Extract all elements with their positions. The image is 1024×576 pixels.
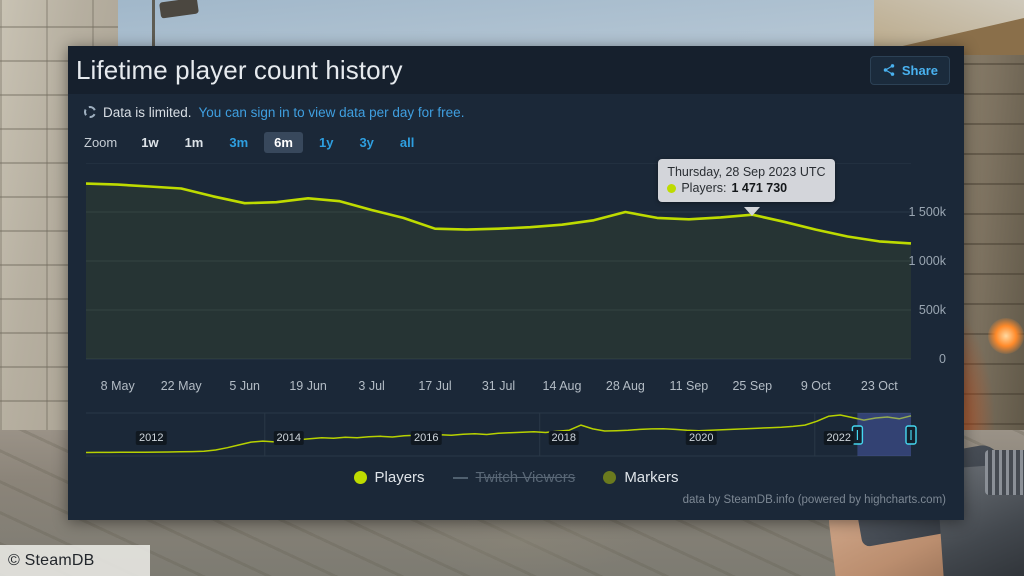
navigator-year-2018: 2018 [548, 431, 580, 445]
x-axis-tick-0: 8 May [100, 379, 135, 393]
legend-players-dot-icon [353, 471, 367, 484]
zoom-button-1m[interactable]: 1m [175, 132, 214, 153]
notice-text: Data is limited. [103, 104, 192, 120]
sign-in-link[interactable]: You can sign in to view data per day for… [199, 105, 465, 120]
tooltip-series-dot [667, 183, 677, 193]
legend-players-label: Players [374, 469, 425, 486]
x-axis-tick-12: 23 Oct [860, 379, 898, 393]
main-plot-area[interactable]: 1 500k 1 000k 500k 0 Thursday, 28 Sep 2023 … [68, 159, 964, 373]
navigator-year-2016: 2016 [411, 431, 442, 445]
zoom-button-1y[interactable]: 1y [309, 132, 343, 153]
x-axis-tick-9: 11 Sep [669, 379, 709, 393]
x-axis-tick-4: 3 Jul [358, 379, 385, 393]
y-axis-tick-3: 1 500k [908, 205, 946, 219]
navigator-year-2020: 2020 [686, 431, 717, 445]
x-axis-labels: 8 May 22 May 5 Jun 19 Jun 3 Jul 17 Jul 31 Jul 1… [68, 379, 964, 401]
tooltip-date: Thursday, 28 Sep 2023 UTC [667, 165, 826, 179]
chart-credit[interactable]: data by SteamDB.info (powered by highcha… [68, 486, 964, 506]
x-axis-tick-8: 28 Aug [605, 379, 645, 393]
navigator-year-2014: 2014 [273, 431, 305, 445]
x-axis-tick-1: 22 May [160, 379, 202, 393]
tooltip-pointer [744, 207, 761, 216]
loading-spinner-icon [84, 106, 96, 118]
zoom-button-3y[interactable]: 3y [349, 132, 383, 153]
share-button-label: Share [901, 62, 938, 78]
y-axis-tick-1: 500k [918, 303, 946, 317]
tooltip-value: 1 471 730 [731, 181, 788, 195]
y-axis-tick-2: 1 000k [908, 254, 946, 268]
x-axis-tick-5: 17 Jul [418, 379, 452, 393]
chart-tooltip: Thursday, 28 Sep 2023 UTC Players: 1 471… [658, 159, 835, 202]
zoom-label: Zoom [84, 135, 118, 150]
chart-legend: Players Twitch Viewers Markers [68, 469, 964, 486]
legend-twitch-dash-icon [452, 476, 468, 479]
zoom-range-selector: Zoom 1w 1m 3m 6m 1y 3y all [68, 126, 964, 153]
zoom-button-1w[interactable]: 1w [131, 132, 168, 153]
legend-markers-label: Markers [624, 469, 679, 486]
navigator-year-2022: 2022 [823, 431, 855, 445]
panel-header: Lifetime player count history Share [68, 46, 964, 94]
share-button[interactable]: Share [869, 55, 950, 85]
legend-twitch-label: Twitch Viewers [475, 469, 576, 486]
legend-item-players[interactable]: Players [353, 469, 425, 486]
watermark-text: © SteamDB [8, 551, 95, 569]
zoom-button-3m[interactable]: 3m [219, 132, 258, 153]
zoom-button-6m[interactable]: 6m [264, 132, 303, 153]
background-weapon-rail [985, 450, 1024, 495]
share-network-icon [882, 63, 896, 77]
y-axis-tick-0: 0 [939, 352, 946, 366]
player-count-chart-panel: Lifetime player count history Share Data… [68, 46, 964, 520]
chart-navigator[interactable]: 2012 2014 2016 2018 2020 2022 [68, 407, 964, 459]
tooltip-series-label: Players: [681, 181, 727, 195]
x-axis-tick-3: 19 Jun [289, 379, 327, 393]
steamdb-watermark: © SteamDB [0, 545, 150, 576]
x-axis-tick-10: 25 Sep [732, 379, 773, 393]
x-axis-tick-6: 31 Jul [481, 379, 516, 393]
data-limited-notice: Data is limited. You can sign in to view… [68, 94, 964, 126]
legend-item-markers[interactable]: Markers [603, 469, 678, 486]
x-axis-tick-7: 14 Aug [542, 379, 582, 393]
legend-markers-dot-icon [603, 471, 617, 484]
tooltip-value-row: Players: 1 471 730 [667, 181, 825, 195]
background-pole [152, 0, 155, 46]
legend-item-twitch-viewers[interactable]: Twitch Viewers [452, 469, 576, 486]
navigator-year-2012: 2012 [136, 431, 167, 445]
x-axis-tick-11: 9 Oct [800, 379, 831, 393]
background-muzzle-flash [988, 318, 1024, 354]
x-axis-tick-2: 5 Jun [229, 379, 260, 393]
zoom-button-all[interactable]: all [390, 132, 424, 153]
page-title: Lifetime player count history [76, 54, 403, 85]
